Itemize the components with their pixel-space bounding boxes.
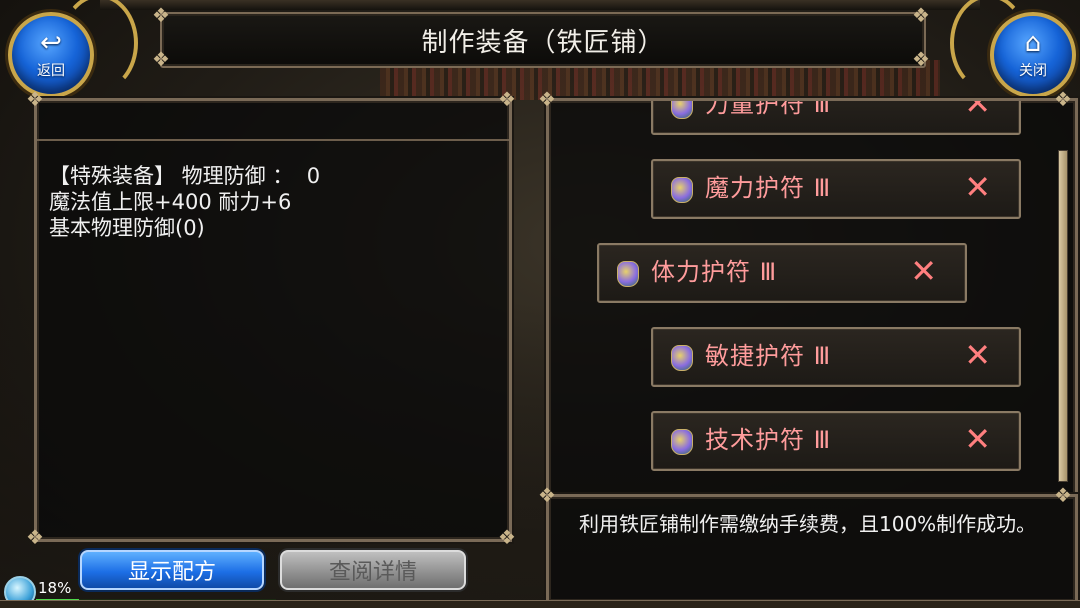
scrollbar[interactable] [1058,150,1068,482]
ornament-icon: ❖ [152,3,170,27]
scrollbar-thumb[interactable] [1059,151,1067,481]
amulet-potion-icon [617,261,639,287]
page-title: 制作装备（铁匠铺） [421,27,665,58]
view-details-button[interactable]: 查阅详情 [280,550,466,590]
amulet-potion-icon [671,429,693,455]
title-bar: 制作装备（铁匠铺） [160,12,926,68]
ornament-icon: ❖ [912,3,930,27]
ornament-icon: ❖ [26,525,44,549]
recipe-item-label: 魔力护符 Ⅲ [705,174,832,202]
recipe-item-selected[interactable]: 体力护符 Ⅲ ✕ [597,243,967,303]
ornament-icon: ❖ [498,87,516,111]
ornament-icon: ❖ [1054,87,1072,111]
amulet-potion-icon [671,101,693,119]
amulet-potion-icon [671,345,693,371]
divider [37,139,509,141]
recipe-item-label: 体力护符 Ⅲ [651,258,778,286]
remove-icon[interactable]: ✕ [964,421,991,457]
ornament-icon: ❖ [26,87,44,111]
remove-icon[interactable]: ✕ [964,169,991,205]
progress-percent: 18% [38,579,72,597]
remove-icon[interactable]: ✕ [964,337,991,373]
remove-icon[interactable]: ✕ [964,101,991,121]
amulet-potion-icon [671,177,693,203]
return-arrow-icon: ↩ [40,28,62,58]
close-button-label: 关闭 [1019,63,1047,79]
recipe-item-label: 力量护符 Ⅲ [705,101,832,118]
ornament-icon: ❖ [538,483,556,507]
recipe-item[interactable]: 力量护符 Ⅲ ✕ [651,101,1021,135]
ornament-icon: ❖ [1054,483,1072,507]
equipment-stats-text: 【特殊装备】 物理防御 ： 0 魔法值上限+400 耐力+6 基本物理防御(0) [49,164,321,240]
back-button[interactable]: ↩ 返回 [8,12,94,98]
description-text: 利用铁匠铺制作需缴纳手续费，且100%制作成功。 [579,512,1037,536]
ornament-icon: ❖ [498,525,516,549]
recipe-item[interactable]: 技术护符 Ⅲ ✕ [651,411,1021,471]
remove-icon[interactable]: ✕ [910,253,937,289]
back-button-label: 返回 [37,63,65,79]
header-frame [100,0,980,10]
ornament-icon: ❖ [152,47,170,71]
description-panel: 利用铁匠铺制作需缴纳手续费，且100%制作成功。 [546,494,1078,604]
recipe-item-label: 敏捷护符 Ⅲ [705,342,832,370]
equipment-stats-panel: 【特殊装备】 物理防御 ： 0 魔法值上限+400 耐力+6 基本物理防御(0) [34,98,512,542]
recipe-list[interactable]: 力量护符 Ⅲ ✕ 魔力护符 Ⅲ ✕ 体力护符 Ⅲ ✕ 敏捷护符 Ⅲ ✕ 技术护符… [549,101,1054,489]
recipe-item-label: 技术护符 Ⅲ [705,426,832,454]
close-button[interactable]: ⌂ 关闭 [990,12,1076,98]
recipe-item[interactable]: 敏捷护符 Ⅲ ✕ [651,327,1021,387]
ornament-icon: ❖ [912,47,930,71]
recipe-item[interactable]: 魔力护符 Ⅲ ✕ [651,159,1021,219]
home-icon: ⌂ [1024,28,1042,58]
